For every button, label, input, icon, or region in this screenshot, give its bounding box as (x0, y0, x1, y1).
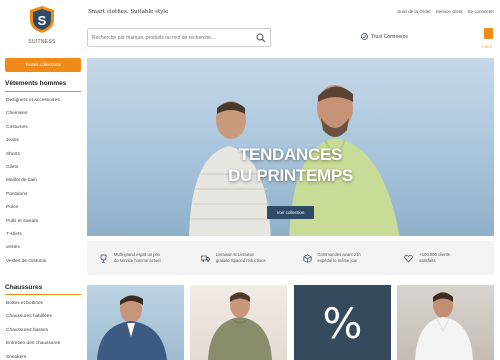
logo-text: SUITNESS (28, 39, 56, 45)
sidebar-item[interactable]: Chaussures basses (6, 324, 60, 337)
order-tracking-link[interactable]: Suivi de la Order (397, 9, 431, 14)
category-tile-sale[interactable]: % (294, 285, 391, 360)
search-input[interactable] (92, 32, 257, 44)
sidebar-heading-shoes: Chaussures (5, 284, 43, 291)
sidebar-item[interactable]: Vestes de costume (6, 255, 60, 268)
model-photo (97, 295, 167, 360)
sidebar-item[interactable]: Chemises (6, 107, 60, 120)
clothing-list: Designers et accessoires Chemises Costum… (6, 94, 60, 268)
cart-button[interactable]: 0.00 € (482, 28, 494, 54)
feature-line: de service homme actuel (114, 258, 161, 263)
sidebar-item[interactable]: T-shirts (6, 228, 60, 241)
shoes-list: Bottes et bottines Chaussures habillées … (6, 297, 60, 360)
customer-service-link[interactable]: Service client (436, 9, 463, 14)
site-header: S SUITNESS Smart clothes. Suitable style… (0, 0, 500, 58)
feature-line: gratuite Spaced réductions (215, 258, 266, 263)
all-collections-button[interactable]: Toutes collections (5, 58, 81, 72)
sidebar-item[interactable]: Maillot de bain (6, 174, 60, 187)
divider (5, 91, 81, 92)
sidebar-item[interactable]: Designers et accessoires (6, 94, 60, 107)
hero-title: TENDANCES DU PRINTEMPS (87, 144, 494, 186)
category-tile-formal[interactable] (397, 285, 494, 360)
tagline: Smart clothes. Suitable style (88, 9, 169, 15)
sidebar-item[interactable]: Gilets (6, 161, 60, 174)
sidebar-item[interactable]: Entretien des chaussures (6, 337, 60, 350)
sidebar: Toutes collections Vêtements hommes Desi… (0, 58, 84, 360)
trust-icon (361, 33, 368, 40)
sidebar-item[interactable]: Sneakers (6, 351, 60, 360)
features-bar: Multi-grand esprit un prix de service ho… (87, 241, 494, 275)
shield-logo-icon: S (30, 6, 54, 33)
hero-title-line2: DU PRINTEMPS (228, 166, 353, 185)
sidebar-heading-clothing: Vêtements hommes (5, 80, 67, 87)
feature-item: Commandes avant 21h expédié le même jour (291, 241, 393, 275)
sale-percent-icon: % (322, 299, 363, 348)
heart-icon (404, 254, 413, 263)
sidebar-item[interactable]: Polos (6, 201, 60, 214)
model-photo (208, 292, 272, 360)
sidebar-item[interactable]: Jeans (6, 134, 60, 147)
category-tile-knitwear[interactable] (190, 285, 287, 360)
search-icon[interactable] (256, 33, 266, 43)
sidebar-item[interactable]: Pulls et sweats (6, 215, 60, 228)
view-collection-button[interactable]: Voir collection (267, 206, 314, 219)
trophy-icon (100, 254, 107, 263)
sidebar-item[interactable]: Shorts (6, 148, 60, 161)
feature-item: Multi-grand esprit un prix de service ho… (87, 241, 189, 275)
top-links: Suivi de la Order Service client Se conn… (397, 9, 494, 14)
category-tile-shirts[interactable] (87, 285, 184, 360)
divider (5, 294, 81, 295)
shopping-bag-icon (484, 28, 493, 39)
hero-title-line1: TENDANCES (238, 145, 343, 164)
sidebar-item[interactable]: Costumes (6, 121, 60, 134)
cart-total: 0.00 € (482, 45, 492, 49)
login-link[interactable]: Se connecter (467, 9, 494, 14)
search-box (87, 28, 271, 47)
feature-line: expédié le même jour (317, 258, 358, 263)
hero-banner[interactable]: TENDANCES DU PRINTEMPS Voir collection (87, 58, 494, 236)
feature-item: Livraison & Livraison gratuite Spaced ré… (189, 241, 291, 275)
svg-text:S: S (38, 13, 47, 28)
trust-label: Trust Commerce (371, 33, 409, 40)
sidebar-item[interactable]: Bottes et bottines (6, 297, 60, 310)
sidebar-item[interactable]: Pantalons (6, 188, 60, 201)
truck-icon (200, 255, 210, 262)
sidebar-item[interactable]: Chaussures habillées (6, 310, 60, 323)
feature-item: +100.000 clients satisfaits (392, 241, 494, 275)
feature-line: satisfaits (419, 258, 436, 263)
model-photo (415, 292, 473, 360)
sidebar-item[interactable]: vestes (6, 241, 60, 254)
logo[interactable]: S SUITNESS (22, 6, 62, 48)
trust-badge[interactable]: Trust Commerce (361, 33, 408, 40)
box-icon (302, 253, 312, 263)
category-tiles: % (87, 285, 494, 360)
